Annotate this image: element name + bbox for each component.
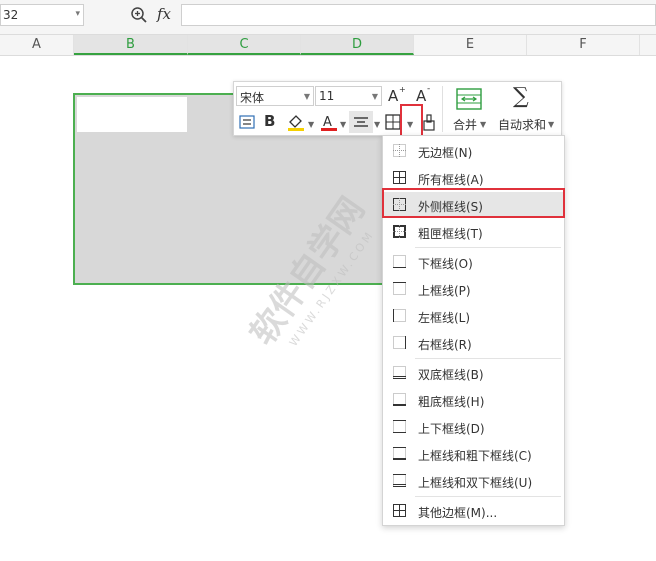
fill-color-icon[interactable] bbox=[286, 112, 306, 132]
top-thick-bottom-border-icon bbox=[393, 447, 406, 460]
menu-item-label: 所有框线(A) bbox=[418, 173, 484, 187]
menu-item-thick-bottom-border[interactable]: 粗底框线(H) bbox=[384, 387, 563, 413]
column-header-e[interactable]: E bbox=[414, 35, 527, 55]
menu-item-right-border[interactable]: 右框线(R) bbox=[384, 330, 563, 356]
menu-item-top-double-bottom-border[interactable]: 上框线和双下框线(U) bbox=[384, 468, 563, 494]
align-center-button[interactable] bbox=[349, 111, 373, 133]
menu-item-label: 无边框(N) bbox=[418, 146, 473, 160]
menu-item-thick-box-border[interactable]: 粗匣框线(T) bbox=[384, 219, 563, 245]
svg-text:A: A bbox=[388, 87, 399, 104]
menu-item-label: 粗匣框线(T) bbox=[418, 227, 483, 241]
chevron-down-icon[interactable]: ▼ bbox=[548, 120, 554, 129]
font-color-label: A bbox=[323, 115, 332, 130]
menu-item-more-borders[interactable]: 其他边框(M)... bbox=[384, 498, 563, 524]
name-box[interactable]: 32 ▾ bbox=[0, 4, 84, 26]
svg-text:-: - bbox=[427, 84, 430, 94]
column-header-b[interactable]: B bbox=[74, 35, 188, 55]
top-double-bottom-border-icon bbox=[393, 474, 406, 487]
right-border-icon bbox=[393, 336, 406, 349]
autosum-button-label[interactable]: 自动求和 bbox=[498, 116, 546, 133]
bold-button[interactable]: B bbox=[264, 112, 275, 130]
merge-button-label[interactable]: 合并 bbox=[453, 116, 477, 133]
top-bottom-border-icon bbox=[393, 420, 406, 433]
font-color-icon[interactable]: A bbox=[320, 112, 338, 132]
menu-item-label: 上下框线(D) bbox=[418, 422, 485, 436]
more-borders-icon bbox=[393, 504, 406, 517]
font-size-select[interactable]: 11 ▼ bbox=[315, 86, 382, 106]
thick-bottom-border-icon bbox=[393, 393, 406, 406]
menu-item-no-border[interactable]: 无边框(N) bbox=[384, 138, 563, 164]
fx-icon[interactable]: fx bbox=[157, 5, 171, 23]
font-name-select[interactable]: 宋体 ▼ bbox=[236, 86, 314, 106]
menu-item-label: 右框线(R) bbox=[418, 338, 472, 352]
menu-item-label: 上框线和双下框线(U) bbox=[418, 476, 533, 490]
menu-item-label: 上框线和粗下框线(C) bbox=[418, 449, 532, 463]
menu-separator bbox=[415, 358, 561, 359]
outside-borders-highlight bbox=[382, 188, 565, 218]
column-header-f[interactable]: F bbox=[527, 35, 640, 55]
menu-item-label: 上框线(P) bbox=[418, 284, 471, 298]
font-size-value: 11 bbox=[319, 89, 335, 103]
menu-item-label: 下框线(O) bbox=[418, 257, 473, 271]
svg-text:+: + bbox=[399, 85, 406, 94]
wrap-text-icon[interactable] bbox=[238, 113, 256, 131]
chevron-down-icon[interactable]: ▾ bbox=[75, 9, 80, 19]
chevron-down-icon[interactable]: ▼ bbox=[374, 120, 380, 129]
font-shrink-icon[interactable]: A - bbox=[414, 84, 434, 104]
menu-item-label: 双底框线(B) bbox=[418, 368, 484, 382]
menu-item-top-border[interactable]: 上框线(P) bbox=[384, 276, 563, 302]
no-border-icon bbox=[393, 144, 406, 157]
formula-input[interactable] bbox=[181, 4, 656, 26]
chevron-down-icon[interactable]: ▼ bbox=[340, 120, 346, 129]
menu-item-label: 其他边框(M)... bbox=[418, 506, 498, 520]
column-header-a[interactable]: A bbox=[0, 35, 74, 55]
mini-toolbar: 宋体 ▼ 11 ▼ A + A - 合并 ▼ ∑ 自动求和 ▼ B ▼ A ▼ … bbox=[233, 81, 562, 136]
active-cell[interactable] bbox=[77, 97, 187, 132]
chevron-down-icon: ▼ bbox=[303, 92, 310, 101]
thick-box-border-icon bbox=[393, 225, 406, 238]
toolbar-divider bbox=[442, 86, 443, 132]
zoom-icon[interactable] bbox=[130, 6, 148, 24]
merge-cells-icon[interactable] bbox=[456, 88, 482, 110]
menu-item-top-bottom-border[interactable]: 上下框线(D) bbox=[384, 414, 563, 440]
menu-separator bbox=[415, 496, 561, 497]
column-header-d[interactable]: D bbox=[301, 35, 414, 55]
left-border-icon bbox=[393, 309, 406, 322]
font-grow-icon[interactable]: A + bbox=[386, 84, 406, 104]
borders-dropdown-highlight bbox=[400, 104, 423, 137]
menu-item-top-thick-bottom-border[interactable]: 上框线和粗下框线(C) bbox=[384, 441, 563, 467]
menu-separator bbox=[415, 247, 561, 248]
top-border-icon bbox=[393, 282, 406, 295]
autosum-icon[interactable]: ∑ bbox=[513, 84, 529, 109]
svg-text:A: A bbox=[416, 87, 427, 104]
menu-item-double-bottom-border[interactable]: 双底框线(B) bbox=[384, 360, 563, 386]
chevron-down-icon[interactable]: ▼ bbox=[480, 120, 486, 129]
chevron-down-icon[interactable]: ▼ bbox=[308, 120, 314, 129]
menu-item-left-border[interactable]: 左框线(L) bbox=[384, 303, 563, 329]
bottom-border-icon bbox=[393, 255, 406, 268]
column-headers: A B C D E F bbox=[0, 35, 656, 56]
column-header-c[interactable]: C bbox=[188, 35, 301, 55]
menu-item-label: 粗底框线(H) bbox=[418, 395, 485, 409]
chevron-down-icon: ▼ bbox=[371, 92, 378, 101]
menu-item-bottom-border[interactable]: 下框线(O) bbox=[384, 249, 563, 275]
all-borders-icon bbox=[393, 171, 406, 184]
name-box-value: 32 bbox=[3, 8, 19, 22]
align-center-icon bbox=[354, 117, 368, 127]
double-bottom-border-icon bbox=[393, 366, 406, 379]
menu-item-label: 左框线(L) bbox=[418, 311, 471, 325]
font-name-value: 宋体 bbox=[240, 91, 265, 105]
